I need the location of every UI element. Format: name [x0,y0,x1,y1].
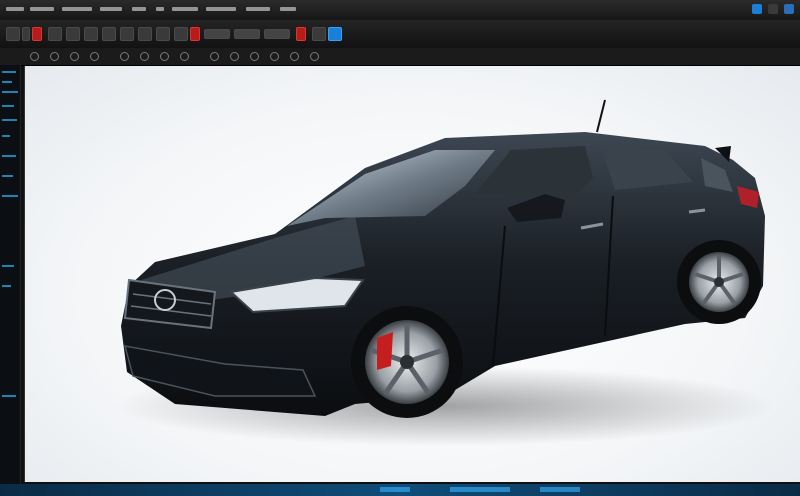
outliner-row[interactable] [2,395,16,397]
grid-icon[interactable] [312,27,326,41]
object-icon[interactable] [90,52,99,61]
render-icon[interactable] [190,27,200,41]
outliner-row[interactable] [2,135,10,137]
brake-caliper [377,332,393,370]
menu-item-tools[interactable] [132,7,146,11]
outliner-row[interactable] [2,155,16,157]
outliner-row[interactable] [2,71,16,73]
gizmo-icon[interactable] [290,52,299,61]
door-handle [688,208,706,214]
outliner-panel[interactable] [0,65,21,485]
record-icon[interactable] [32,27,42,41]
snap-icon[interactable] [120,52,129,61]
outliner-row[interactable] [2,285,11,287]
antenna [596,99,606,133]
close-icon[interactable] [784,4,794,14]
outliner-row[interactable] [2,105,14,107]
menu-item-sep[interactable] [156,7,164,11]
car-render [115,99,775,446]
local-icon[interactable] [180,52,189,61]
layer-dropdown[interactable] [234,29,260,39]
menu-item-extra[interactable] [280,7,296,11]
menu-item-edit[interactable] [30,7,54,11]
outliner-row[interactable] [2,81,12,83]
outliner-row[interactable] [2,265,14,267]
vertex-icon[interactable] [30,52,39,61]
outliner-row[interactable] [2,175,13,177]
save-icon[interactable] [328,27,342,41]
lock-icon[interactable] [310,52,319,61]
title-bar [0,0,800,21]
wire-icon[interactable] [230,52,239,61]
outliner-row[interactable] [2,195,18,197]
scale-icon[interactable] [102,27,116,41]
minimize-icon[interactable] [752,4,762,14]
edge-icon[interactable] [50,52,59,61]
shade-icon[interactable] [210,52,219,61]
timeline-marker[interactable] [450,487,510,492]
overlay-icon[interactable] [270,52,279,61]
menu-item-create[interactable] [100,7,122,11]
move-icon[interactable] [66,27,80,41]
light-icon[interactable] [156,27,170,41]
axis-icon[interactable] [160,52,169,61]
outliner-row[interactable] [2,91,18,93]
dropdown-arrow-icon[interactable] [22,27,30,41]
menu-item-window[interactable] [206,7,236,11]
menu-item-view[interactable] [62,7,92,11]
brush-icon[interactable] [48,27,62,41]
timeline-marker[interactable] [540,487,580,492]
status-bar [0,484,800,496]
settings-icon[interactable] [6,27,20,41]
snap-dropdown[interactable] [264,29,290,39]
timeline-marker[interactable] [380,487,410,492]
material-icon[interactable] [174,27,188,41]
main-toolbar [0,20,800,49]
menu-item-file[interactable] [6,7,24,11]
outliner-row[interactable] [2,119,17,121]
pivot-icon[interactable] [140,52,149,61]
face-icon[interactable] [70,52,79,61]
menu-item-help[interactable] [246,7,270,11]
xray-icon[interactable] [250,52,259,61]
view-dropdown[interactable] [204,29,230,39]
rotate-icon[interactable] [84,27,98,41]
stop-icon[interactable] [296,27,306,41]
camera-icon[interactable] [138,27,152,41]
select-icon[interactable] [120,27,134,41]
sub-toolbar [0,48,800,66]
maximize-icon[interactable] [768,4,778,14]
render-viewport[interactable] [24,66,800,482]
menu-item-render[interactable] [172,7,198,11]
